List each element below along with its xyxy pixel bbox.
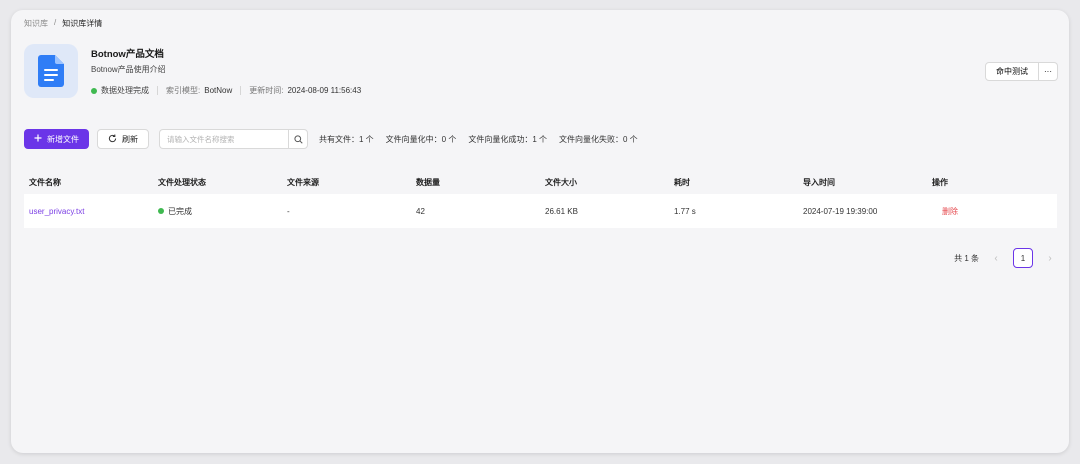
index-model-label: 索引模型: — [166, 86, 201, 95]
breadcrumb: 知识库 / 知识库详情 — [24, 18, 102, 29]
page-number-button[interactable]: 1 — [1013, 248, 1033, 268]
column-header: 操作 — [932, 177, 948, 187]
column-header: 文件名称 — [29, 177, 61, 187]
plus-icon — [34, 134, 42, 144]
document-icon — [24, 44, 78, 98]
index-model-value: BotNow — [204, 86, 233, 95]
source-cell: - — [287, 206, 290, 216]
prev-page-icon[interactable]: ‹ — [989, 253, 1003, 264]
refresh-icon — [108, 134, 117, 145]
search-input[interactable] — [159, 129, 288, 149]
breadcrumb-root[interactable]: 知识库 — [24, 18, 48, 29]
search-icon[interactable] — [288, 129, 308, 149]
header-actions: 命中测试 ··· — [985, 62, 1058, 81]
column-header: 数据量 — [416, 177, 440, 187]
table-header: 文件名称 文件处理状态 文件来源 数据量 文件大小 耗时 导入时间 操作 — [24, 170, 1057, 194]
search-box — [159, 129, 308, 149]
status-cell: 已完成 — [153, 206, 282, 217]
column-header: 文件大小 — [545, 177, 577, 187]
column-header: 耗时 — [674, 177, 690, 187]
refresh-label: 刷新 — [122, 134, 138, 144]
column-header: 文件来源 — [287, 177, 319, 187]
delete-link[interactable]: 删除 — [932, 207, 958, 216]
column-header: 导入时间 — [803, 177, 835, 187]
breadcrumb-current: 知识库详情 — [62, 19, 103, 28]
kb-status: 数据处理完成 — [101, 86, 149, 95]
kb-meta: 数据处理完成 索引模型: BotNow 更新时间: 2024-08-09 11:… — [91, 85, 361, 96]
size-cell: 26.61 KB — [545, 206, 578, 216]
file-table: 文件名称 文件处理状态 文件来源 数据量 文件大小 耗时 导入时间 操作 use… — [24, 170, 1057, 228]
pagination: 共 1 条 ‹ 1 › — [954, 248, 1057, 268]
stat-total: 共有文件：1 个 — [319, 134, 374, 144]
new-file-label: 新增文件 — [47, 134, 79, 144]
count-cell: 42 — [416, 206, 425, 216]
duration-cell: 1.77 s — [674, 206, 696, 216]
status-dot-icon — [158, 208, 164, 214]
updated-value: 2024-08-09 11:56:43 — [287, 86, 362, 95]
app-window: 知识库 / 知识库详情 Botnow产品文档 Botnow产品使用介绍 数据处理… — [11, 10, 1069, 453]
divider — [240, 86, 242, 95]
next-page-icon[interactable]: › — [1043, 253, 1057, 264]
column-header: 文件处理状态 — [158, 177, 206, 187]
more-button[interactable]: ··· — [1039, 62, 1058, 81]
pagination-total: 共 1 条 — [954, 253, 979, 263]
breadcrumb-separator: / — [54, 18, 57, 27]
status-dot-icon — [91, 87, 97, 94]
file-name-link[interactable]: user_privacy.txt — [29, 207, 84, 216]
updated-label: 更新时间: — [249, 86, 284, 95]
status-text: 已完成 — [168, 206, 192, 216]
table-row: user_privacy.txt 已完成 - 42 26.61 KB 1.77 … — [24, 194, 1057, 228]
action-cell: 删除 — [927, 206, 1057, 217]
imported-at-cell: 2024-07-19 19:39:00 — [803, 206, 878, 216]
new-file-button[interactable]: 新增文件 — [24, 129, 89, 149]
kb-title: Botnow产品文档 — [91, 49, 164, 60]
stat-processing: 文件向量化中：0 个 — [385, 134, 457, 144]
refresh-button[interactable]: 刷新 — [97, 129, 149, 149]
stat-success: 文件向量化成功：1 个 — [468, 134, 548, 144]
stat-failed: 文件向量化失败：0 个 — [559, 134, 638, 144]
hit-test-button[interactable]: 命中测试 — [985, 62, 1039, 81]
file-name-cell: user_privacy.txt — [24, 207, 153, 216]
divider — [157, 86, 158, 95]
toolbar: 新增文件 刷新 共有文件：1 个 文件向量化中：0 个 文件向量化成功：1 个 … — [24, 129, 638, 149]
file-stats: 共有文件：1 个 文件向量化中：0 个 文件向量化成功：1 个 文件向量化失败：… — [319, 134, 638, 145]
kb-description: Botnow产品使用介绍 — [91, 65, 166, 74]
